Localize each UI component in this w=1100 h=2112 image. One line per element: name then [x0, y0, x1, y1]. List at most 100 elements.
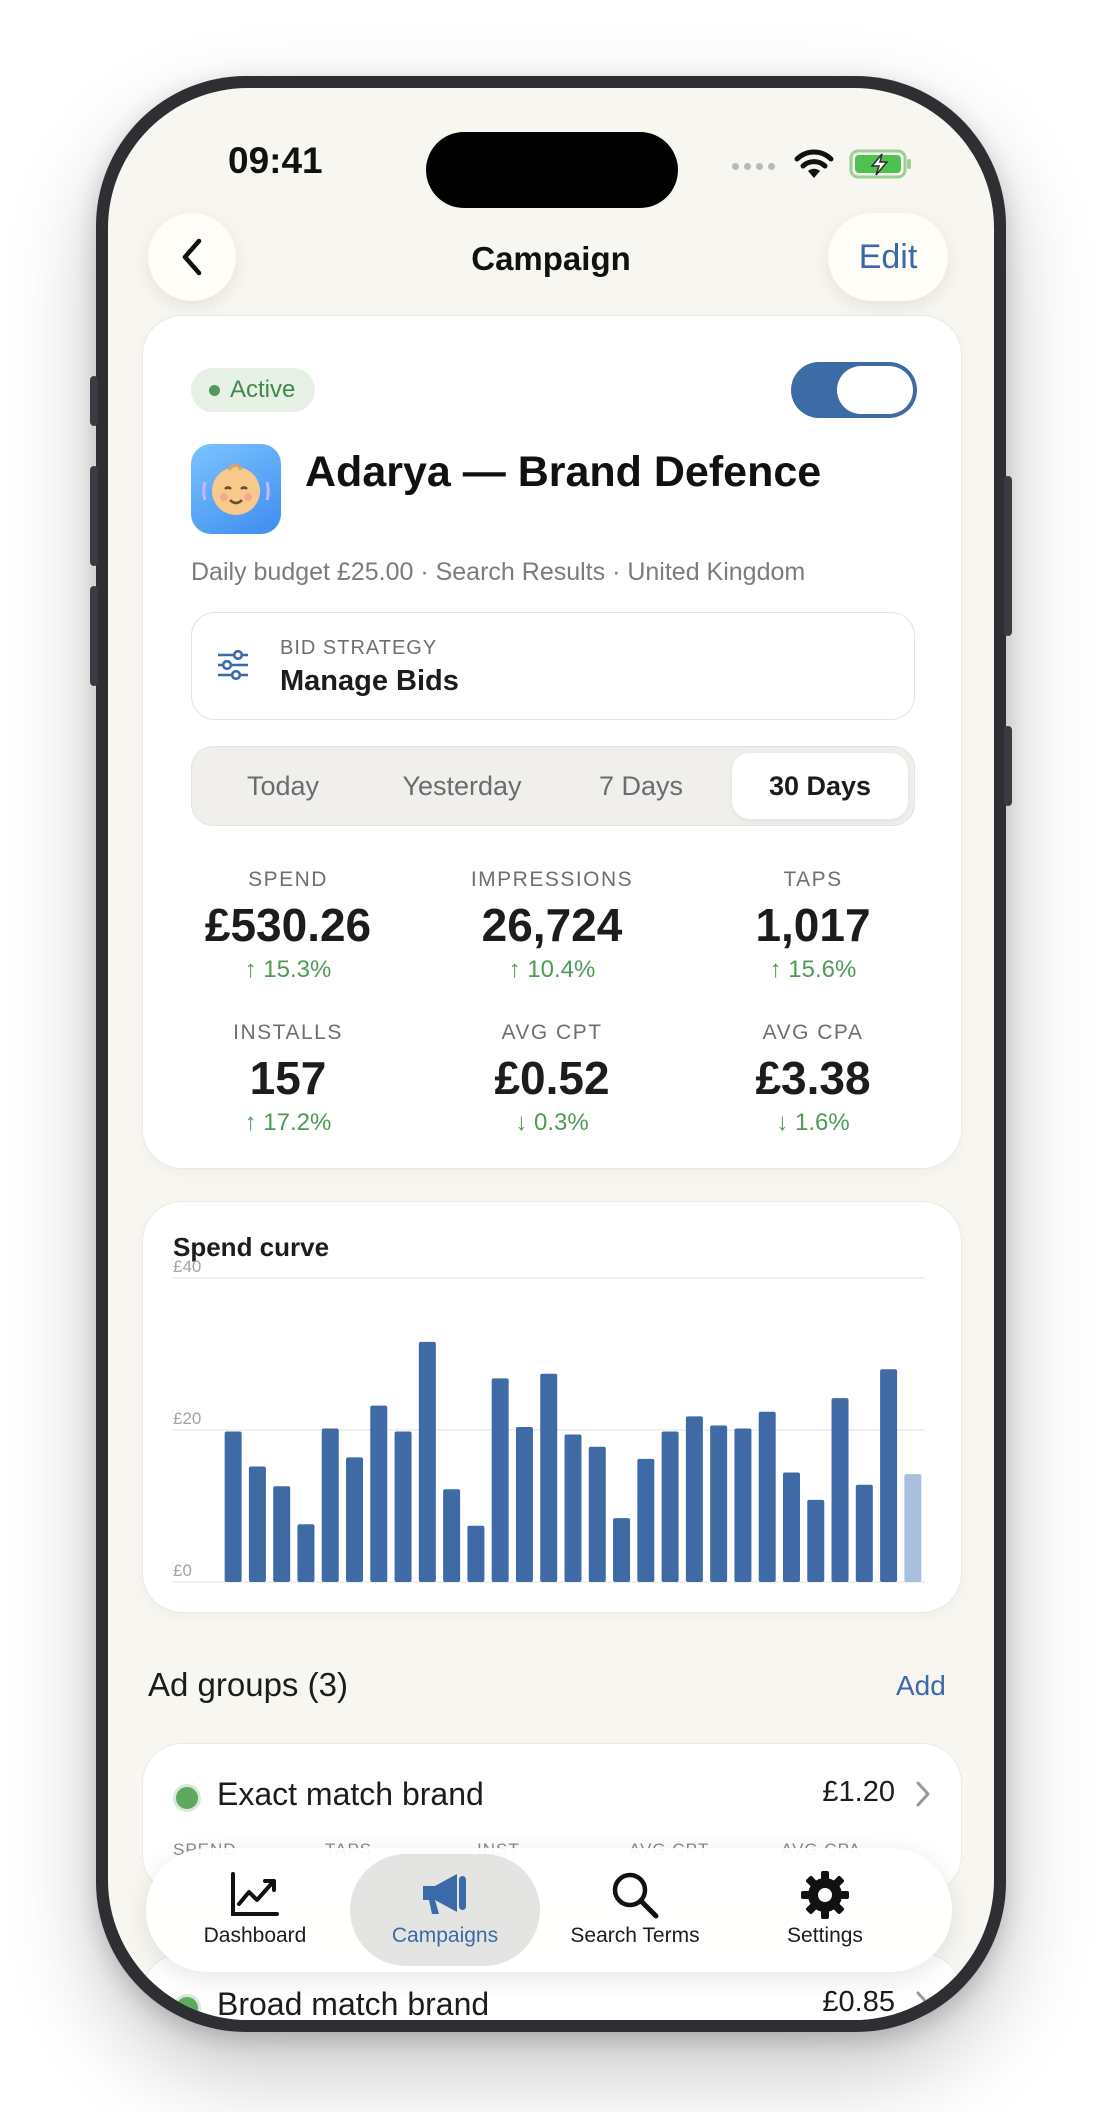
- metric-installs: INSTALLS 157 ↑ 17.2%: [168, 1021, 408, 1137]
- metric-label: IMPRESSIONS: [470, 868, 634, 891]
- metric-value: 26,724: [481, 899, 623, 951]
- spend-bar: [855, 1484, 873, 1582]
- spend-bar: [370, 1405, 388, 1582]
- action-button: [90, 376, 98, 426]
- metric-delta: ↑ 15.6%: [769, 956, 857, 983]
- bid-strategy-value: Manage Bids: [280, 665, 459, 697]
- period-yesterday[interactable]: Yesterday: [374, 753, 550, 819]
- wifi-icon: [794, 149, 834, 178]
- y-tick-label: £20: [173, 1409, 201, 1428]
- metric-delta: ↑ 10.4%: [508, 956, 596, 983]
- spend-bar: [734, 1428, 752, 1582]
- spend-bar: [321, 1428, 339, 1582]
- megaphone-icon: [423, 1874, 466, 1914]
- metric-delta: ↑ 17.2%: [244, 1109, 332, 1136]
- screen: 09:41 Campaign Edit Active Adarya — Bran…: [108, 88, 994, 2020]
- campaign-subtitle: Daily budget £25.00 · Search Results · U…: [191, 558, 806, 586]
- metric-spend: SPEND £530.26 ↑ 15.3%: [168, 868, 408, 984]
- metric-value: £530.26: [204, 899, 372, 951]
- spend-bar: [491, 1378, 509, 1582]
- metric-label: AVG CPT: [501, 1021, 603, 1044]
- dynamic-island: [426, 132, 678, 208]
- spend-bar: [807, 1499, 825, 1582]
- spend-bar: [540, 1373, 558, 1582]
- spend-bar: [224, 1431, 242, 1582]
- metric-label: SPEND: [248, 868, 328, 891]
- tab-settings[interactable]: Settings: [730, 1854, 920, 1966]
- spend-bar: [273, 1486, 291, 1582]
- gear-icon: [801, 1871, 849, 1919]
- spend-bar: [637, 1458, 655, 1582]
- ad-group-status-dot: [173, 1784, 201, 1812]
- metric-label: AVG CPA: [762, 1021, 864, 1044]
- campaign-name: Adarya — Brand Defence: [305, 448, 822, 496]
- tab-label: Settings: [787, 1924, 863, 1947]
- status-badge: Active: [191, 368, 316, 412]
- spend-bar: [248, 1466, 266, 1582]
- spend-bar: [443, 1489, 461, 1582]
- spend-curve-chart: £40 £20 £0: [173, 1257, 925, 1583]
- camera-control-button: [1004, 726, 1012, 806]
- spend-bar: [418, 1341, 436, 1582]
- metric-value: £3.38: [755, 1052, 871, 1104]
- period-selector: Today Yesterday 7 Days 30 Days: [191, 746, 915, 826]
- bid-strategy-label: BID STRATEGY: [280, 637, 438, 659]
- phone-frame: 09:41 Campaign Edit Active Adarya — Bran…: [90, 76, 1012, 2032]
- status-dot: [209, 384, 220, 396]
- spend-bar: [831, 1398, 849, 1582]
- metric-avg-cpt: AVG CPT £0.52 ↓ 0.3%: [432, 1021, 672, 1137]
- tab-search-terms[interactable]: Search Terms: [540, 1854, 730, 1966]
- chevron-right-icon: [916, 1781, 930, 1807]
- spend-curve-card: Spend curve £40 £20 £0: [142, 1201, 962, 1613]
- chart-line-icon: [231, 1872, 279, 1916]
- volume-up-button: [90, 466, 98, 566]
- add-ad-group-button[interactable]: Add: [896, 1670, 946, 1702]
- period-30-days[interactable]: 30 Days: [732, 753, 908, 819]
- metric-delta: ↓ 1.6%: [776, 1109, 850, 1136]
- metric-impressions: IMPRESSIONS 26,724 ↑ 10.4%: [432, 868, 672, 984]
- y-tick-label: £40: [173, 1257, 201, 1276]
- status-time: 09:41: [228, 140, 323, 181]
- sliders-icon: [218, 649, 248, 681]
- spend-bar: [685, 1416, 703, 1582]
- ad-group-name: Broad match brand: [217, 1986, 490, 2020]
- metric-delta: ↑ 15.3%: [244, 956, 332, 983]
- chevron-right-icon: [916, 1991, 930, 2017]
- metric-value: 1,017: [755, 899, 871, 951]
- bid-strategy-card[interactable]: BID STRATEGY Manage Bids: [191, 612, 915, 720]
- status-label: Active: [230, 376, 296, 403]
- spend-bar: [782, 1472, 800, 1582]
- spend-bar: [880, 1369, 898, 1582]
- baby-face-icon: [191, 444, 281, 534]
- battery-charging-icon: [849, 149, 911, 179]
- tab-label: Campaigns: [391, 1924, 499, 1947]
- ad-group-name: Exact match brand: [217, 1776, 484, 1812]
- spend-bar: [588, 1446, 606, 1582]
- ad-group-bid: £1.20: [822, 1776, 895, 1808]
- spend-bar: [613, 1518, 631, 1582]
- spend-bar: [467, 1525, 485, 1582]
- spend-bar: [758, 1411, 776, 1582]
- metric-value: £0.52: [494, 1052, 610, 1104]
- spend-bar: [661, 1431, 679, 1582]
- tab-bar: Dashboard Campaigns Search Terms Setting…: [146, 1848, 952, 1972]
- period-today[interactable]: Today: [195, 753, 371, 819]
- metric-delta: ↓ 0.3%: [515, 1109, 589, 1136]
- spend-bar: [564, 1434, 582, 1582]
- edit-button[interactable]: Edit: [828, 213, 948, 301]
- ad-groups-heading: Ad groups (3): [148, 1666, 348, 1703]
- search-icon: [612, 1872, 659, 1919]
- spend-bar: [394, 1431, 412, 1582]
- campaign-enabled-toggle[interactable]: [791, 362, 917, 418]
- tab-campaigns[interactable]: Campaigns: [350, 1854, 540, 1966]
- period-7-days[interactable]: 7 Days: [553, 753, 729, 819]
- tab-dashboard[interactable]: Dashboard: [160, 1854, 350, 1966]
- spend-bar: [904, 1474, 922, 1582]
- spend-bar: [346, 1457, 364, 1582]
- tab-label: Dashboard: [203, 1924, 307, 1947]
- metric-label: INSTALLS: [233, 1021, 343, 1044]
- spend-bar: [710, 1425, 728, 1582]
- tab-label: Search Terms: [570, 1924, 700, 1947]
- metric-value: 157: [249, 1052, 327, 1104]
- power-button: [1004, 476, 1012, 636]
